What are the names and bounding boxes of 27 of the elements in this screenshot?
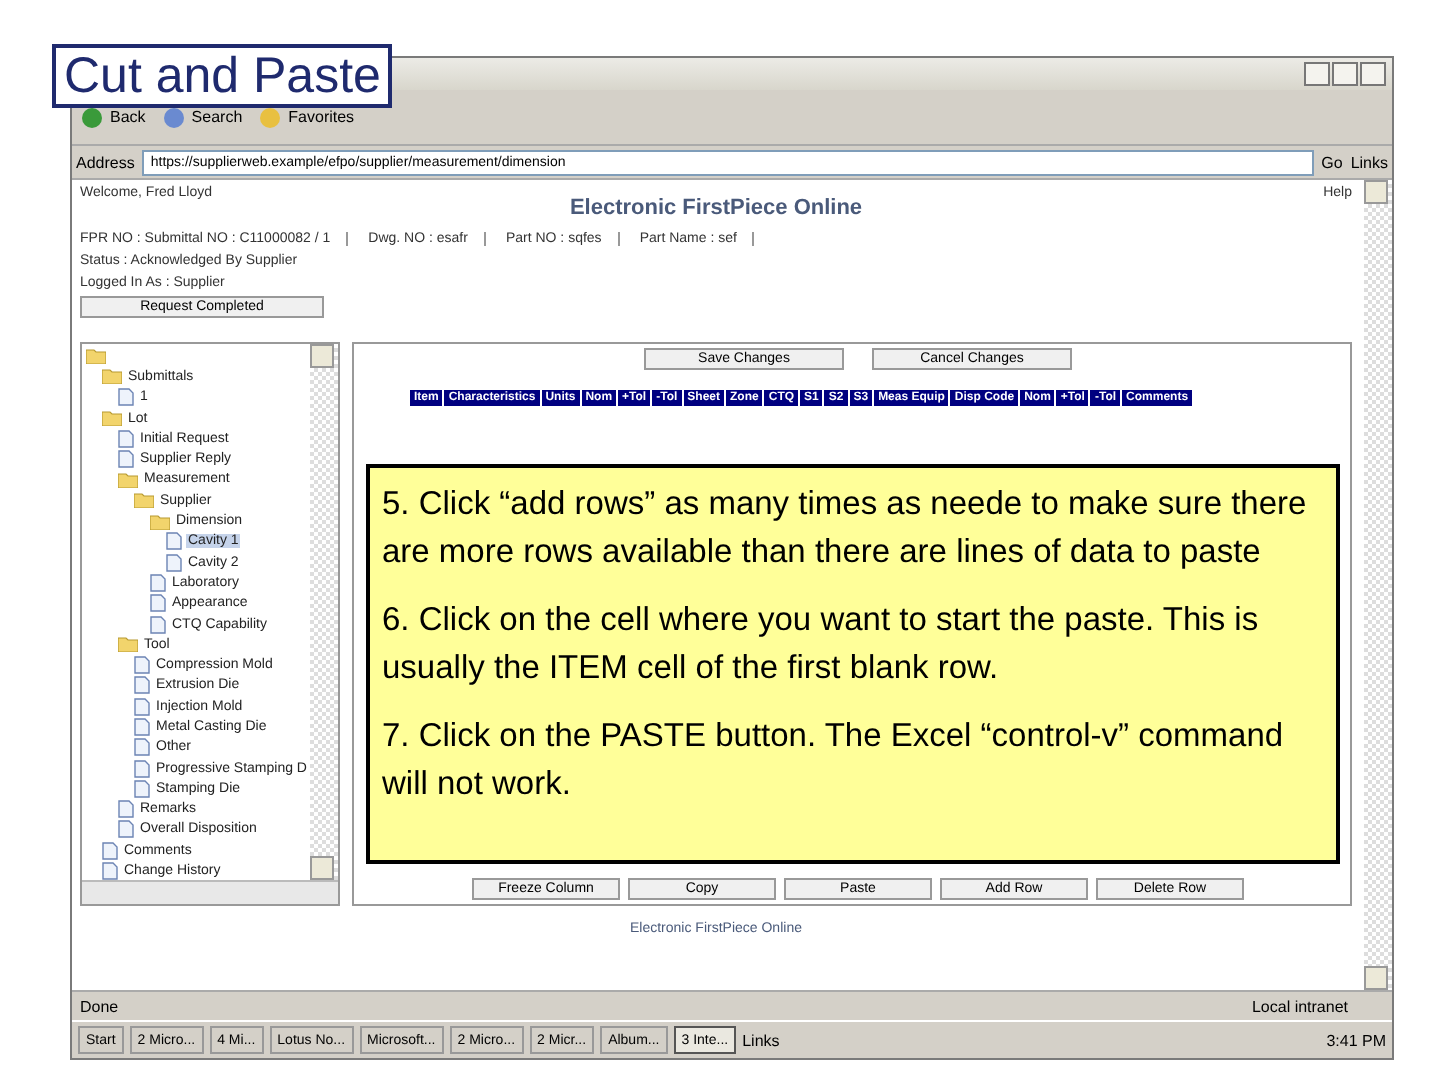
instruction-text: 5. Click “add rows” as many times as neede to make sure there are more rows available than there are lines of data to paste	[382, 484, 1309, 574]
favorites-icon	[258, 105, 283, 129]
toolbar-button[interactable]: Back	[80, 105, 146, 129]
address-label: Address	[76, 153, 135, 171]
scrollbar[interactable]	[310, 344, 338, 880]
toolbar-button[interactable]: Search	[161, 105, 243, 129]
maximize-button[interactable]	[1332, 62, 1358, 86]
close-button[interactable]	[1360, 62, 1386, 86]
instruction-text: 7. Click on the PASTE button. The Excel “control-v” command will not work.	[382, 716, 1286, 806]
back-icon	[80, 105, 104, 129]
search-icon	[161, 105, 186, 129]
folder-icon	[102, 410, 122, 427]
horizontal-scrollbar[interactable]	[82, 880, 338, 904]
folder-icon	[118, 636, 138, 653]
minimize-button[interactable]	[1304, 62, 1330, 86]
clock-text: 3:41 PM	[1326, 1031, 1386, 1049]
document-icon	[118, 388, 134, 407]
zone-text: Local intranet	[1251, 997, 1348, 1015]
status-text: Done	[80, 997, 119, 1015]
go-button[interactable]: Go	[1321, 153, 1343, 171]
toolbar-button[interactable]: Favorites	[258, 105, 355, 129]
page-title: Electronic FirstPiece Online	[567, 196, 865, 220]
links-label: Links	[742, 1031, 780, 1049]
slide-title: Cut and Paste	[52, 44, 393, 108]
instruction-text: 6. Click on the cell where you want to start the paste. This is usually the ITEM cell of the first blank row.	[382, 600, 1261, 690]
page-scrollbar[interactable]	[1364, 180, 1392, 990]
links-button[interactable]: Links	[1350, 153, 1388, 171]
